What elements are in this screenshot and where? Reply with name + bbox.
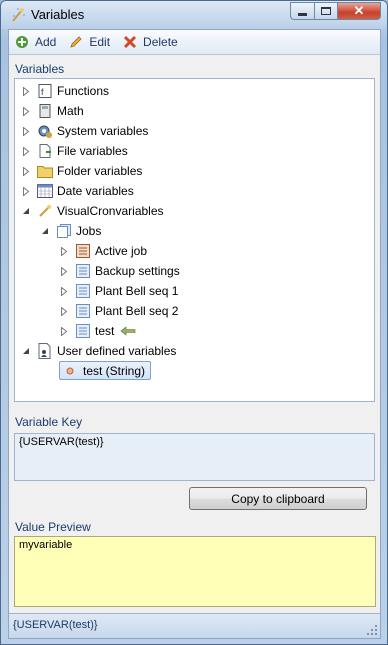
delete-x-icon bbox=[122, 34, 138, 50]
value-preview-label: Value Preview bbox=[15, 520, 91, 534]
collapse-arrow-icon[interactable] bbox=[21, 346, 31, 356]
job-icon bbox=[75, 263, 91, 279]
tree-item-label: VisualCronvariables bbox=[57, 204, 164, 218]
expand-arrow-icon[interactable] bbox=[21, 86, 31, 96]
expand-arrow-icon[interactable] bbox=[59, 286, 69, 296]
active-job-icon bbox=[75, 243, 91, 259]
add-button[interactable]: Add bbox=[14, 34, 56, 50]
expand-arrow-icon[interactable] bbox=[59, 266, 69, 276]
user-document-icon bbox=[37, 343, 53, 359]
expand-arrow-icon[interactable] bbox=[59, 326, 69, 336]
expand-arrow-icon[interactable] bbox=[21, 106, 31, 116]
tree-item-visualcron-variables[interactable]: VisualCronvariables bbox=[21, 201, 164, 221]
tree-item-test-string[interactable]: test (String) bbox=[59, 361, 152, 380]
calculator-icon bbox=[37, 103, 53, 119]
arrow-left-icon bbox=[120, 323, 136, 339]
tree-item-file-variables[interactable]: File variables bbox=[21, 141, 128, 161]
tree-item-user-defined-variables[interactable]: User defined variables bbox=[21, 341, 176, 361]
delete-label: Delete bbox=[143, 35, 178, 49]
tree-item-label: test (String) bbox=[83, 363, 146, 378]
plus-icon bbox=[14, 34, 30, 50]
job-icon bbox=[75, 283, 91, 299]
tree-item-label: Functions bbox=[57, 84, 110, 98]
collapse-arrow-icon[interactable] bbox=[40, 226, 50, 236]
edit-label: Edit bbox=[89, 35, 111, 49]
tree-item-test[interactable]: test bbox=[59, 321, 140, 341]
variables-tree[interactable]: f Functions Math System variables File v… bbox=[14, 78, 375, 402]
close-button[interactable]: ✕ bbox=[337, 2, 381, 20]
file-icon bbox=[37, 143, 53, 159]
variables-window: Variables ✕ Add Edit Delete Variables f … bbox=[0, 0, 388, 645]
tree-item-label: Date variables bbox=[57, 184, 134, 198]
minimize-button[interactable] bbox=[290, 2, 315, 20]
collapse-arrow-icon[interactable] bbox=[21, 206, 31, 216]
tree-item-math[interactable]: Math bbox=[21, 101, 84, 121]
job-icon bbox=[75, 303, 91, 319]
value-preview-text: myvariable bbox=[19, 539, 73, 551]
tree-item-label: User defined variables bbox=[57, 344, 177, 358]
pencil-icon bbox=[68, 34, 84, 50]
expand-arrow-icon[interactable] bbox=[59, 246, 69, 256]
window-title: Variables bbox=[31, 7, 85, 22]
value-preview-field[interactable]: myvariable bbox=[14, 536, 376, 607]
copy-to-clipboard-button[interactable]: Copy to clipboard bbox=[189, 487, 367, 510]
close-icon: ✕ bbox=[353, 3, 365, 18]
tree-item-jobs[interactable]: Jobs bbox=[40, 221, 101, 241]
client-area: Add Edit Delete Variables f Functions Ma… bbox=[8, 29, 381, 639]
toolbar: Add Edit Delete bbox=[9, 30, 380, 55]
tree-item-label: System variables bbox=[57, 124, 149, 138]
calendar-icon bbox=[37, 183, 53, 199]
delete-button[interactable]: Delete bbox=[122, 34, 178, 50]
tree-item-plant-bell-seq-2[interactable]: Plant Bell seq 2 bbox=[59, 301, 178, 321]
tree-item-label: Plant Bell seq 2 bbox=[95, 304, 179, 318]
copy-button-label: Copy to clipboard bbox=[231, 491, 325, 506]
tree-item-label: Jobs bbox=[76, 224, 102, 238]
expand-arrow-icon[interactable] bbox=[21, 166, 31, 176]
tree-item-label: Backup settings bbox=[95, 264, 180, 278]
function-icon: f bbox=[37, 83, 53, 99]
variable-key-field[interactable]: {USERVAR(test)} bbox=[14, 433, 375, 481]
tree-item-label: Folder variables bbox=[57, 164, 143, 178]
tree-item-system-variables[interactable]: System variables bbox=[21, 121, 148, 141]
variable-key-value: {USERVAR(test)} bbox=[19, 436, 104, 448]
variable-key-label: Variable Key bbox=[15, 415, 83, 429]
tree-item-label: Plant Bell seq 1 bbox=[95, 284, 179, 298]
tree-item-active-job[interactable]: Active job bbox=[59, 241, 147, 261]
expand-arrow-icon[interactable] bbox=[21, 146, 31, 156]
expand-arrow-icon[interactable] bbox=[21, 126, 31, 136]
minimize-icon bbox=[298, 12, 307, 16]
tree-item-label: File variables bbox=[57, 144, 128, 158]
title-bar[interactable]: Variables ✕ bbox=[1, 1, 387, 29]
tree-item-plant-bell-seq-1[interactable]: Plant Bell seq 1 bbox=[59, 281, 178, 301]
add-label: Add bbox=[35, 35, 57, 49]
tree-item-date-variables[interactable]: Date variables bbox=[21, 181, 134, 201]
variable-bullet-icon bbox=[62, 363, 78, 379]
folder-icon bbox=[37, 163, 53, 179]
tree-item-label: Math bbox=[57, 104, 84, 118]
tree-item-folder-variables[interactable]: Folder variables bbox=[21, 161, 142, 181]
tree-item-label: test bbox=[95, 324, 115, 338]
job-icon bbox=[75, 323, 91, 339]
expand-arrow-icon[interactable] bbox=[21, 186, 31, 196]
jobs-icon bbox=[56, 223, 72, 239]
resize-grip-icon[interactable] bbox=[366, 624, 378, 636]
wand-icon bbox=[37, 203, 53, 219]
status-text: {USERVAR(test)} bbox=[13, 619, 98, 631]
expand-arrow-icon[interactable] bbox=[59, 306, 69, 316]
variables-group-label: Variables bbox=[15, 62, 65, 76]
wand-icon bbox=[10, 7, 26, 23]
tree-item-backup-settings[interactable]: Backup settings bbox=[59, 261, 180, 281]
tree-item-label: Active job bbox=[95, 244, 148, 258]
edit-button[interactable]: Edit bbox=[68, 34, 110, 50]
status-bar: {USERVAR(test)} bbox=[9, 613, 380, 638]
system-gears-icon bbox=[37, 123, 53, 139]
tree-item-functions[interactable]: f Functions bbox=[21, 81, 109, 101]
maximize-icon bbox=[321, 7, 331, 15]
maximize-button[interactable] bbox=[314, 2, 338, 20]
